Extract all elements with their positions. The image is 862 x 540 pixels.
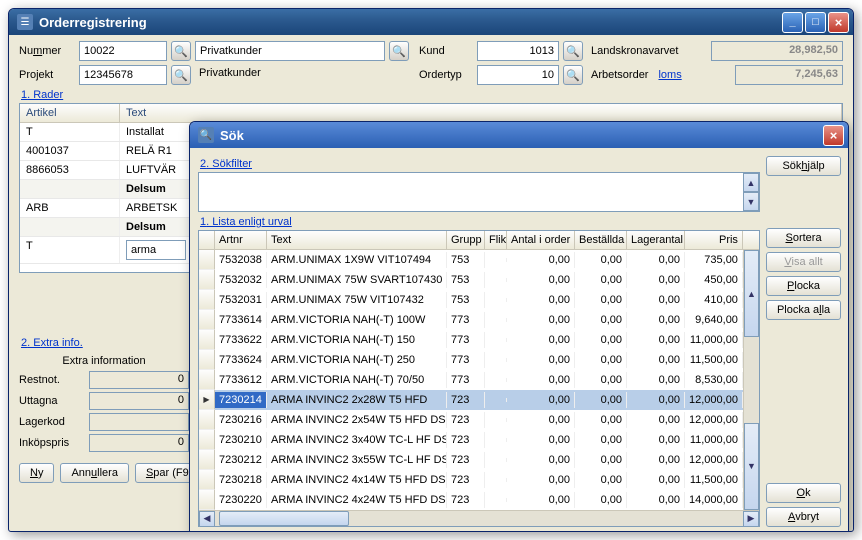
col-artnr[interactable]: Artnr bbox=[215, 231, 267, 249]
app-icon: ☰ bbox=[17, 14, 33, 30]
rader-link[interactable]: 1. Rader bbox=[21, 89, 63, 101]
orderregistrering-window: ☰ Orderregistrering _ □ × Nummer 🔍 🔍 Kun… bbox=[8, 8, 854, 532]
filter-up-button[interactable]: ▲ bbox=[743, 173, 759, 192]
result-row[interactable]: 7532032ARM.UNIMAX 75W SVART1074307530,00… bbox=[199, 270, 743, 290]
hscroll-right[interactable]: ▶ bbox=[743, 511, 759, 527]
col-artikel[interactable]: Artikel bbox=[20, 104, 120, 122]
col-lagerantal[interactable]: Lagerantal bbox=[627, 231, 685, 249]
col-antal[interactable]: Antal i order bbox=[507, 231, 575, 249]
nummer-lookup-button[interactable]: 🔍 bbox=[171, 41, 191, 61]
inkopspris-value: 0 bbox=[89, 434, 189, 452]
filter-box[interactable]: ▲ ▼ bbox=[198, 172, 760, 212]
result-row[interactable]: 7230216ARMA INVINC2 2x54W T5 HFD DSB7230… bbox=[199, 410, 743, 430]
col-text[interactable]: Text bbox=[120, 104, 842, 122]
kund-lookup-button[interactable]: 🔍 bbox=[389, 41, 409, 61]
nummer-field[interactable] bbox=[79, 41, 167, 61]
plocka-button[interactable]: Plocka bbox=[766, 276, 841, 296]
lista-link[interactable]: 1. Lista enligt urval bbox=[200, 216, 760, 228]
col-pris[interactable]: Pris bbox=[685, 231, 743, 249]
result-row[interactable]: 7733622ARM.VICTORIA NAH(-T) 1507730,000,… bbox=[199, 330, 743, 350]
kund-name2-label: Privatkunder bbox=[195, 65, 385, 85]
sok-title: Sök bbox=[220, 128, 823, 143]
uttagna-label: Uttagna bbox=[19, 395, 89, 407]
sok-close-button[interactable]: × bbox=[823, 125, 844, 146]
sortera-button[interactable]: Sortera bbox=[766, 228, 841, 248]
kund2-lookup-button[interactable]: 🔍 bbox=[563, 41, 583, 61]
place-label: Landskronavarvet bbox=[587, 45, 707, 57]
total2-field: 7,245,63 bbox=[735, 65, 843, 85]
ny-button[interactable]: Ny bbox=[19, 463, 54, 483]
minimize-button[interactable]: _ bbox=[782, 12, 803, 33]
lagerkod-value bbox=[89, 413, 189, 431]
search-icon: 🔍 bbox=[198, 127, 214, 143]
uttagna-value: 0 bbox=[89, 392, 189, 410]
inkopspris-label: Inköpspris bbox=[19, 437, 89, 449]
kund-num-field[interactable] bbox=[477, 41, 559, 61]
ordertyp-label: Ordertyp bbox=[413, 69, 473, 81]
window-title: Orderregistrering bbox=[39, 15, 782, 30]
result-row[interactable]: 7230218ARMA INVINC2 4x14W T5 HFD DSB7230… bbox=[199, 470, 743, 490]
sokfilter-link[interactable]: 2. Sökfilter bbox=[200, 158, 760, 170]
col-text[interactable]: Text bbox=[267, 231, 447, 249]
lagerkod-label: Lagerkod bbox=[19, 416, 89, 428]
filter-down-button[interactable]: ▼ bbox=[743, 192, 759, 211]
kund-label: Kund bbox=[413, 45, 473, 57]
sokhjalp-button[interactable]: Sökhjälp bbox=[766, 156, 841, 176]
vscroll-down[interactable]: ▼ bbox=[744, 423, 759, 510]
restnot-value: 0 bbox=[89, 371, 189, 389]
visaallt-button: Visa allt bbox=[766, 252, 841, 272]
sok-window: 🔍 Sök × 2. Sökfilter ▲ ▼ bbox=[189, 121, 849, 532]
result-row[interactable]: 7230212ARMA INVINC2 3x55W TC-L HF DSB723… bbox=[199, 450, 743, 470]
projekt-field[interactable] bbox=[79, 65, 167, 85]
sok-titlebar[interactable]: 🔍 Sök × bbox=[190, 122, 848, 148]
hscroll-thumb[interactable] bbox=[219, 511, 349, 526]
plockaalla-button[interactable]: Plocka alla bbox=[766, 300, 841, 320]
hscroll-left[interactable]: ◀ bbox=[199, 511, 215, 527]
result-row[interactable]: 7230210ARMA INVINC2 3x40W TC-L HF DSB723… bbox=[199, 430, 743, 450]
total1-field: 28,982,50 bbox=[711, 41, 843, 61]
col-flik[interactable]: Flik bbox=[485, 231, 507, 249]
loms-link[interactable]: loms bbox=[652, 69, 681, 81]
result-row[interactable]: 7532031ARM.UNIMAX 75W VIT1074327530,000,… bbox=[199, 290, 743, 310]
vscroll-up[interactable]: ▲ bbox=[744, 250, 759, 337]
text-cell-editor[interactable] bbox=[126, 240, 186, 260]
arb-label: Arbetsorder bbox=[587, 69, 648, 81]
kund-name1-field[interactable] bbox=[195, 41, 385, 61]
col-bestallda[interactable]: Beställda bbox=[575, 231, 627, 249]
restnot-label: Restnot. bbox=[19, 374, 89, 386]
result-row[interactable]: 7733614ARM.VICTORIA NAH(-T) 100W7730,000… bbox=[199, 310, 743, 330]
ordertyp-field[interactable] bbox=[477, 65, 559, 85]
nummer-label: Nummer bbox=[19, 45, 75, 57]
result-row[interactable]: 7230220ARMA INVINC2 4x24W T5 HFD DSB7230… bbox=[199, 490, 743, 510]
annullera-button[interactable]: Annullera bbox=[60, 463, 129, 483]
result-row[interactable]: 7733612ARM.VICTORIA NAH(-T) 70/507730,00… bbox=[199, 370, 743, 390]
result-row[interactable]: 7532038ARM.UNIMAX 1X9W VIT1074947530,000… bbox=[199, 250, 743, 270]
projekt-lookup-button[interactable]: 🔍 bbox=[171, 65, 191, 85]
ordertyp-lookup-button[interactable]: 🔍 bbox=[563, 65, 583, 85]
search-results-grid[interactable]: Artnr Text Grupp Flik Antal i order Best… bbox=[198, 230, 760, 527]
extra-info-link[interactable]: 2. Extra info. bbox=[21, 337, 83, 349]
avbryt-button[interactable]: Avbryt bbox=[766, 507, 841, 527]
col-grupp[interactable]: Grupp bbox=[447, 231, 485, 249]
ok-button[interactable]: Ok bbox=[766, 483, 841, 503]
result-row[interactable]: 7733624ARM.VICTORIA NAH(-T) 2507730,000,… bbox=[199, 350, 743, 370]
parent-titlebar[interactable]: ☰ Orderregistrering _ □ × bbox=[9, 9, 853, 35]
maximize-button[interactable]: □ bbox=[805, 12, 826, 33]
projekt-label: Projekt bbox=[19, 69, 75, 81]
close-button[interactable]: × bbox=[828, 12, 849, 33]
result-row[interactable]: 7230214ARMA INVINC2 2x28W T5 HFD7230,000… bbox=[199, 390, 743, 410]
extra-title: Extra information bbox=[19, 355, 189, 367]
